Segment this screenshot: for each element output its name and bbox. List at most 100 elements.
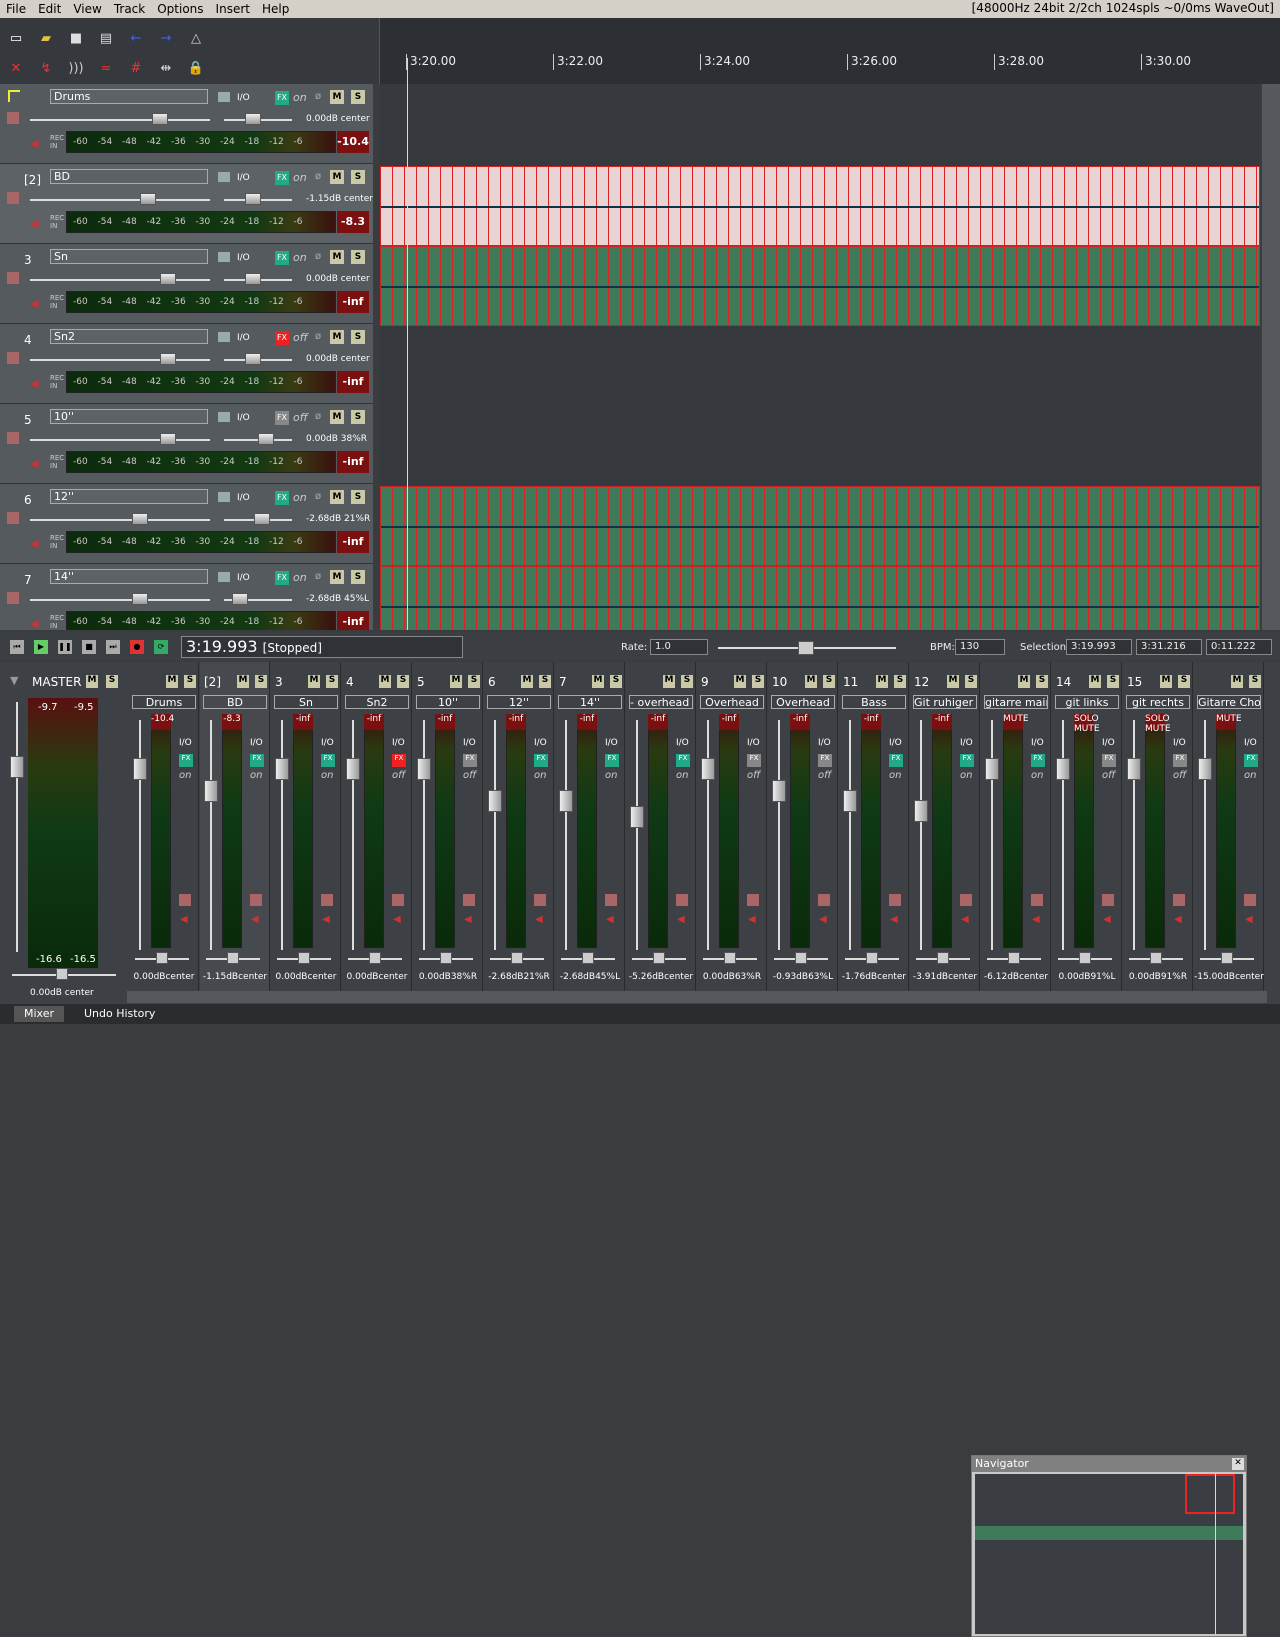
strip-pan-knob[interactable] xyxy=(298,952,310,964)
speaker-icon[interactable]: ◀ xyxy=(1032,914,1040,925)
master-fader-knob[interactable] xyxy=(10,756,24,778)
mixer-strip-1[interactable]: M S Drums -10.4 I/O FX on ◀ 0.00dBcenter xyxy=(129,662,199,992)
phase-icon[interactable]: ø xyxy=(315,91,321,102)
navigator-window[interactable]: Navigator ✕ xyxy=(971,1455,1247,1637)
strip-pan-knob[interactable] xyxy=(724,952,736,964)
strip-name[interactable]: Sn2 xyxy=(345,695,409,709)
speaker-icon[interactable]: ◀ xyxy=(1103,914,1111,925)
fx-button[interactable]: FX xyxy=(275,251,289,265)
strip-peak[interactable]: -inf xyxy=(719,714,739,730)
strip-name[interactable]: 14'' xyxy=(558,695,622,709)
strip-fader-knob[interactable] xyxy=(417,758,431,780)
strip-fader[interactable] xyxy=(423,720,425,950)
pan-knob[interactable] xyxy=(245,193,261,205)
strip-name[interactable]: Overhead xyxy=(700,695,764,709)
strip-solo-button[interactable]: S xyxy=(681,675,693,688)
media-item[interactable] xyxy=(380,486,1260,566)
play-button[interactable]: ▶ xyxy=(34,640,48,654)
strip-io-button[interactable]: I/O xyxy=(1102,738,1115,748)
strip-pan-knob[interactable] xyxy=(440,952,452,964)
strip-fx-button[interactable]: FX xyxy=(1102,754,1116,767)
mixer-strip-8[interactable]: M S - overhead - -inf I/O FX on ◀ -5.26d… xyxy=(626,662,696,992)
strip-solo-button[interactable]: S xyxy=(1107,675,1119,688)
fx-button[interactable]: FX xyxy=(275,411,289,425)
strip-fx-button[interactable]: FX xyxy=(960,754,974,767)
strip-fx-button[interactable]: FX xyxy=(747,754,761,767)
mixer-strip-4[interactable]: 4 M S Sn2 -inf I/O FX off ◀ 0.00dBcenter xyxy=(342,662,412,992)
strip-record-arm[interactable] xyxy=(321,894,333,906)
strip-solo-button[interactable]: S xyxy=(1036,675,1048,688)
strip-io-button[interactable]: I/O xyxy=(179,738,192,748)
track-name-field[interactable]: Sn xyxy=(50,249,208,264)
open-icon[interactable]: ▰ xyxy=(36,28,56,48)
volume-knob[interactable] xyxy=(132,593,148,605)
strip-record-arm[interactable] xyxy=(818,894,830,906)
peak-display[interactable]: -10.4 xyxy=(337,131,369,153)
phase-icon[interactable]: ø xyxy=(315,331,321,342)
strip-fader-knob[interactable] xyxy=(275,758,289,780)
speaker-icon[interactable]: ◀ xyxy=(251,914,259,925)
phase-icon[interactable]: ø xyxy=(315,171,321,182)
strip-mute-button[interactable]: M xyxy=(379,675,391,688)
mixer-strip-11[interactable]: 11 M S Bass -inf I/O FX on ◀ -1.76dBcent… xyxy=(839,662,909,992)
strip-fader[interactable] xyxy=(139,720,141,950)
strip-peak[interactable]: SOLO MUTE xyxy=(1145,714,1171,734)
strip-pan-knob[interactable] xyxy=(582,952,594,964)
strip-fx-state[interactable]: on xyxy=(605,770,617,781)
menu-edit[interactable]: Edit xyxy=(32,2,67,16)
strip-peak[interactable]: -inf xyxy=(790,714,810,730)
strip-fader[interactable] xyxy=(565,720,567,950)
snap-icon[interactable]: ✕ xyxy=(6,58,26,78)
phase-icon[interactable]: ø xyxy=(315,491,321,502)
strip-fx-state[interactable]: off xyxy=(463,770,476,781)
solo-button[interactable]: S xyxy=(351,170,365,184)
mute-button[interactable]: M xyxy=(330,330,344,344)
phase-icon[interactable]: ø xyxy=(315,251,321,262)
strip-solo-button[interactable]: S xyxy=(823,675,835,688)
record-arm-button[interactable] xyxy=(7,272,19,284)
strip-fader-knob[interactable] xyxy=(985,758,999,780)
volume-knob[interactable] xyxy=(160,353,176,365)
strip-fx-button[interactable]: FX xyxy=(605,754,619,767)
pan-knob[interactable] xyxy=(254,513,270,525)
speaker-icon[interactable]: ◀ xyxy=(180,914,188,925)
speaker-icon[interactable]: ◀ xyxy=(677,914,685,925)
fx-button[interactable]: FX xyxy=(275,171,289,185)
strip-fx-state[interactable]: on xyxy=(676,770,688,781)
go-end-button[interactable]: ⏭ xyxy=(106,640,120,654)
grid-icon[interactable]: # xyxy=(126,58,146,78)
stop-button[interactable]: ■ xyxy=(82,640,96,654)
menu-file[interactable]: File xyxy=(0,2,32,16)
strip-mute-button[interactable]: M xyxy=(308,675,320,688)
record-arm-button[interactable] xyxy=(7,112,19,124)
track-5[interactable]: 5 10'' I/O FX off ø M S 0.00dB 38%R ◀ RE… xyxy=(0,404,373,484)
strip-peak[interactable]: -inf xyxy=(293,714,313,730)
phase-icon[interactable]: ø xyxy=(315,571,321,582)
speaker-icon[interactable]: ◀ xyxy=(30,297,38,310)
solo-button[interactable]: S xyxy=(351,490,365,504)
strip-fader[interactable] xyxy=(210,720,212,950)
speaker-icon[interactable]: ◀ xyxy=(30,617,38,630)
strip-peak[interactable]: -inf xyxy=(435,714,455,730)
strip-solo-button[interactable]: S xyxy=(1249,675,1261,688)
record-arm-button[interactable] xyxy=(7,432,19,444)
strip-mute-button[interactable]: M xyxy=(521,675,533,688)
strip-fader-knob[interactable] xyxy=(133,758,147,780)
bpm-field[interactable]: 130 xyxy=(955,639,1005,655)
strip-name[interactable]: 12'' xyxy=(487,695,551,709)
strip-solo-button[interactable]: S xyxy=(397,675,409,688)
strip-mute-button[interactable]: M xyxy=(237,675,249,688)
track-3[interactable]: 3 Sn I/O FX on ø M S 0.00dB center ◀ REC… xyxy=(0,244,373,324)
pan-knob[interactable] xyxy=(245,353,261,365)
record-arm-button[interactable] xyxy=(7,352,19,364)
strip-record-arm[interactable] xyxy=(1244,894,1256,906)
strip-fx-button[interactable]: FX xyxy=(818,754,832,767)
selection-end[interactable]: 3:31.216 xyxy=(1136,639,1202,655)
strip-fx-state[interactable]: on xyxy=(1244,770,1256,781)
metronome-icon[interactable]: △ xyxy=(186,28,206,48)
mute-button[interactable]: M xyxy=(330,410,344,424)
speaker-icon[interactable]: ◀ xyxy=(30,537,38,550)
peak-display[interactable]: -inf xyxy=(337,371,369,393)
mixer-strip-13[interactable]: M S gitarre main MUTE I/O FX on ◀ -6.12d… xyxy=(981,662,1051,992)
ripple-icon[interactable]: ↯ xyxy=(36,58,56,78)
